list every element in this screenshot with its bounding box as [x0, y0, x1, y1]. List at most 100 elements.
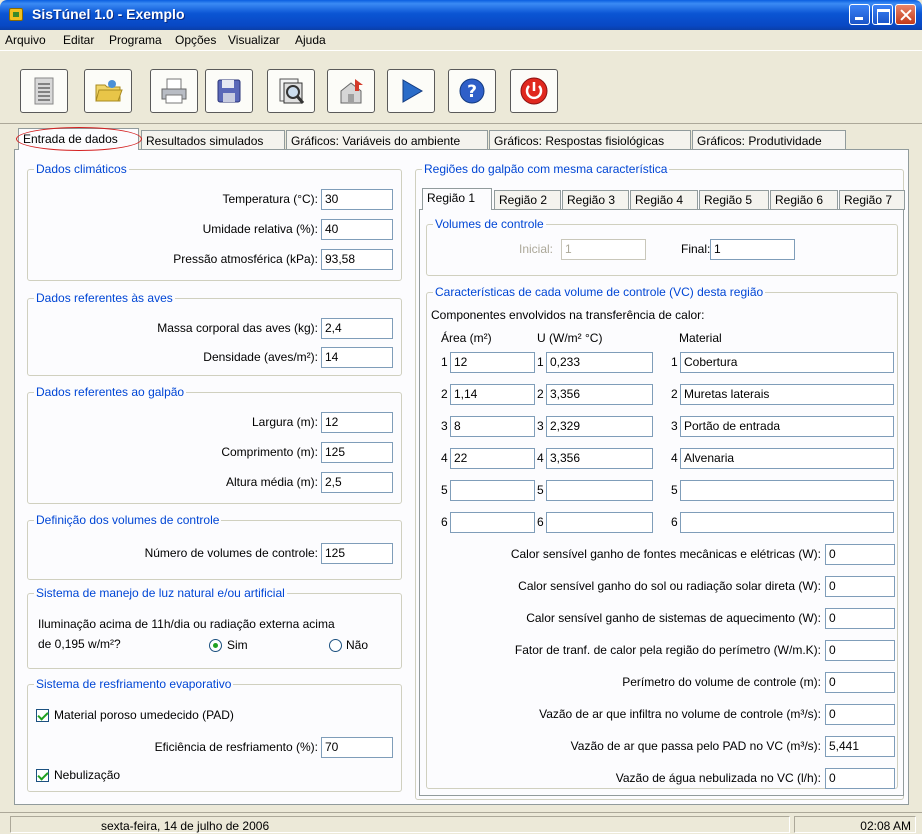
param-label: Calor sensível ganho de sistemas de aque…: [526, 611, 821, 625]
menu-opcoes[interactable]: Opções: [175, 33, 216, 47]
area-input[interactable]: 1,14: [450, 384, 535, 405]
material-input[interactable]: Muretas laterais: [680, 384, 894, 405]
u-input[interactable]: 3,356: [546, 384, 653, 405]
close-button[interactable]: [895, 4, 916, 25]
tab-regiao-7[interactable]: Região 7: [839, 190, 905, 210]
menu-programa[interactable]: Programa: [109, 33, 162, 47]
num-volumes-input[interactable]: 125: [321, 543, 393, 564]
initial-input[interactable]: 1: [561, 239, 646, 260]
bird-mass-input[interactable]: 2,4: [321, 318, 393, 339]
print-preview-button[interactable]: [267, 69, 315, 113]
param-label: Vazão de água nebulizada no VC (l/h):: [615, 771, 821, 785]
param-input[interactable]: 0: [825, 672, 895, 693]
area-input[interactable]: [450, 512, 535, 533]
row-number: 6: [671, 515, 678, 529]
humidity-input[interactable]: 40: [321, 219, 393, 240]
param-input[interactable]: 0: [825, 544, 895, 565]
export-icon: [340, 79, 363, 104]
tab-graficos-fisiologicas[interactable]: Gráficos: Respostas fisiológicas: [489, 130, 691, 150]
group-title: Sistema de resfriamento evaporativo: [34, 677, 234, 691]
highlight-ellipse: [16, 127, 142, 151]
exit-button[interactable]: [510, 69, 558, 113]
open-button[interactable]: [84, 69, 132, 113]
u-input[interactable]: 2,329: [546, 416, 653, 437]
group-title: Características de cada volume de contro…: [433, 285, 766, 299]
new-document-button[interactable]: [20, 69, 68, 113]
efficiency-input[interactable]: 70: [321, 737, 393, 758]
group-birds: Dados referentes às aves Massa corporal …: [27, 291, 402, 376]
menu-visualizar[interactable]: Visualizar: [228, 33, 280, 47]
final-input[interactable]: 1: [710, 239, 795, 260]
temperature-input[interactable]: 30: [321, 189, 393, 210]
minimize-button[interactable]: [849, 4, 870, 25]
density-input[interactable]: 14: [321, 347, 393, 368]
menu-arquivo[interactable]: Arquivo: [5, 33, 46, 47]
group-cooling: Sistema de resfriamento evaporativo Mate…: [27, 677, 402, 792]
tab-regiao-2[interactable]: Região 2: [494, 190, 561, 210]
area-input[interactable]: 8: [450, 416, 535, 437]
status-bar: sexta-feira, 14 de julho de 2006 02:08 A…: [0, 812, 922, 834]
u-input[interactable]: [546, 480, 653, 501]
u-input[interactable]: 0,233: [546, 352, 653, 373]
final-label: Final:: [681, 242, 711, 256]
pressure-input[interactable]: 93,58: [321, 249, 393, 270]
material-input[interactable]: Cobertura: [680, 352, 894, 373]
title-bar[interactable]: SisTúnel 1.0 - Exemplo: [0, 0, 922, 30]
group-climate: Dados climáticos Temperatura (°C): 30 Um…: [27, 162, 402, 281]
param-input[interactable]: 0: [825, 704, 895, 725]
group-title: Dados climáticos: [34, 162, 129, 176]
material-input[interactable]: Portão de entrada: [680, 416, 894, 437]
tab-regiao-1[interactable]: Região 1: [422, 188, 492, 210]
tab-regiao-3[interactable]: Região 3: [562, 190, 629, 210]
param-label: Vazão de ar que passa pelo PAD no VC (m³…: [570, 739, 821, 753]
maximize-button[interactable]: [872, 4, 893, 25]
param-input[interactable]: 0: [825, 576, 895, 597]
tab-regiao-4[interactable]: Região 4: [630, 190, 698, 210]
tab-graficos-ambiente[interactable]: Gráficos: Variáveis do ambiente: [286, 130, 488, 150]
param-label: Vazão de ar que infiltra no volume de co…: [539, 707, 821, 721]
help-button[interactable]: ?: [448, 69, 496, 113]
nebulization-checkbox[interactable]: [36, 769, 49, 782]
u-input[interactable]: [546, 512, 653, 533]
radio-sim[interactable]: [209, 639, 222, 652]
tab-regiao-6[interactable]: Região 6: [770, 190, 838, 210]
bird-mass-label: Massa corporal das aves (kg):: [157, 321, 318, 335]
components-label: Componentes envolvidos na transferência …: [431, 308, 705, 322]
length-input[interactable]: 125: [321, 442, 393, 463]
param-input[interactable]: 5,441: [825, 736, 895, 757]
print-button[interactable]: [150, 69, 198, 113]
menu-editar[interactable]: Editar: [63, 33, 94, 47]
menu-ajuda[interactable]: Ajuda: [295, 33, 326, 47]
efficiency-label: Eficiência de resfriamento (%):: [154, 740, 318, 754]
print-preview-icon: [279, 78, 305, 104]
height-input[interactable]: 2,5: [321, 472, 393, 493]
tab-regiao-5[interactable]: Região 5: [699, 190, 769, 210]
pad-checkbox[interactable]: [36, 709, 49, 722]
param-input[interactable]: 0: [825, 768, 895, 789]
app-window: SisTúnel 1.0 - Exemplo Arquivo Editar Pr…: [0, 0, 922, 834]
row-number: 1: [441, 355, 448, 369]
area-input[interactable]: 22: [450, 448, 535, 469]
param-label: Fator de tranf. de calor pela região do …: [514, 643, 821, 657]
radio-nao[interactable]: [329, 639, 342, 652]
nebulization-label: Nebulização: [54, 768, 121, 782]
area-input[interactable]: [450, 480, 535, 501]
tab-resultados-simulados[interactable]: Resultados simulados: [141, 130, 285, 150]
material-input[interactable]: Alvenaria: [680, 448, 894, 469]
run-button[interactable]: [387, 69, 435, 113]
tab-graficos-produtividade[interactable]: Gráficos: Produtividade: [692, 130, 846, 150]
col-area-header: Área (m²): [441, 331, 492, 345]
width-input[interactable]: 12: [321, 412, 393, 433]
row-number: 2: [671, 387, 678, 401]
svg-text:?: ?: [467, 82, 477, 102]
export-button[interactable]: [327, 69, 375, 113]
u-input[interactable]: 3,356: [546, 448, 653, 469]
material-input[interactable]: [680, 512, 894, 533]
param-input[interactable]: 0: [825, 608, 895, 629]
area-input[interactable]: 12: [450, 352, 535, 373]
param-label: Calor sensível ganho de fontes mecânicas…: [510, 547, 821, 561]
window-title: SisTúnel 1.0 - Exemplo: [32, 6, 185, 22]
param-input[interactable]: 0: [825, 640, 895, 661]
save-button[interactable]: [205, 69, 253, 113]
material-input[interactable]: [680, 480, 894, 501]
